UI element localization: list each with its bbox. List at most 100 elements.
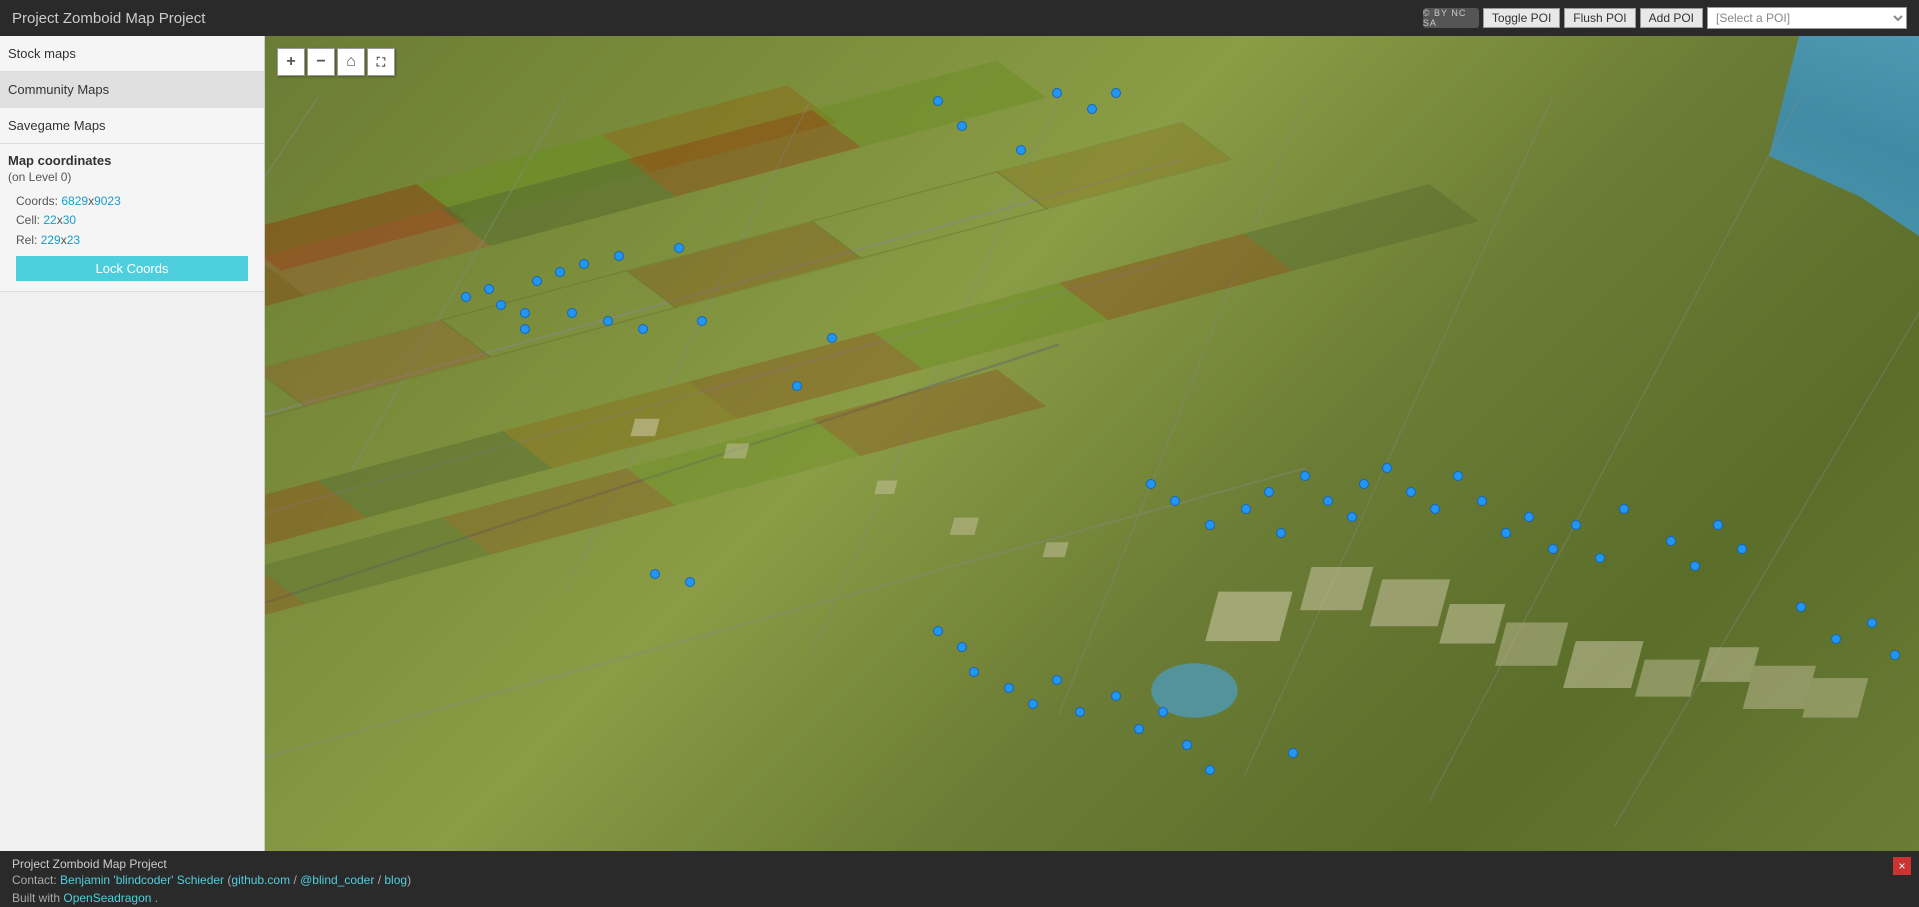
poi-dot[interactable] (1052, 675, 1062, 685)
footer-built: Built with OpenSeadragon . (12, 891, 1907, 905)
zoom-out-button[interactable]: − (307, 48, 335, 76)
add-poi-button[interactable]: Add POI (1640, 8, 1703, 28)
poi-dot[interactable] (603, 316, 613, 326)
poi-dot[interactable] (650, 569, 660, 579)
poi-dot[interactable] (1430, 504, 1440, 514)
poi-dot[interactable] (1241, 504, 1251, 514)
poi-dot[interactable] (1501, 528, 1511, 538)
poi-dot[interactable] (1205, 520, 1215, 530)
poi-dot[interactable] (1016, 145, 1026, 155)
poi-dot[interactable] (638, 324, 648, 334)
footer: × Project Zomboid Map Project Contact: B… (0, 851, 1919, 907)
poi-dot[interactable] (1595, 553, 1605, 563)
poi-dot[interactable] (1111, 88, 1121, 98)
poi-dot[interactable] (1890, 650, 1900, 660)
map-canvas[interactable]: + − ⌂ ⛶ (265, 36, 1919, 851)
sidebar-item-stock-maps[interactable]: Stock maps (0, 36, 264, 72)
poi-dot[interactable] (1158, 707, 1168, 717)
poi-dot[interactable] (1453, 471, 1463, 481)
footer-contact: Contact: Benjamin 'blindcoder' Schieder … (12, 873, 1907, 887)
poi-dot[interactable] (1075, 707, 1085, 717)
openSeadragon-link[interactable]: OpenSeadragon (63, 891, 151, 905)
cell-x-link[interactable]: 22 (43, 213, 56, 227)
poi-dot[interactable] (1867, 618, 1877, 628)
poi-dot[interactable] (1406, 487, 1416, 497)
poi-dot[interactable] (1796, 602, 1806, 612)
contact-blog-link[interactable]: blog (384, 873, 407, 887)
poi-dot[interactable] (1571, 520, 1581, 530)
poi-dot[interactable] (461, 292, 471, 302)
poi-dot[interactable] (1347, 512, 1357, 522)
poi-dot[interactable] (827, 333, 837, 343)
flush-poi-button[interactable]: Flush POI (1564, 8, 1635, 28)
poi-dot[interactable] (1004, 683, 1014, 693)
poi-dot[interactable] (1300, 471, 1310, 481)
poi-dot[interactable] (1182, 740, 1192, 750)
poi-dot[interactable] (1028, 699, 1038, 709)
coords-y-link[interactable]: 9023 (94, 194, 121, 208)
poi-dot[interactable] (1382, 463, 1392, 473)
built-suffix: . (155, 891, 158, 905)
poi-dot[interactable] (1477, 496, 1487, 506)
poi-dot[interactable] (933, 96, 943, 106)
coords-x-link[interactable]: 6829 (61, 194, 88, 208)
cell-y-link[interactable]: 30 (63, 213, 76, 227)
contact-name-link[interactable]: Benjamin 'blindcoder' Schieder (60, 873, 224, 887)
poi-dot[interactable] (484, 284, 494, 294)
lock-coords-button[interactable]: Lock Coords (16, 256, 248, 281)
poi-dot[interactable] (969, 667, 979, 677)
sidebar-item-savegame-maps[interactable]: Savegame Maps (0, 108, 264, 144)
poi-dot[interactable] (1170, 496, 1180, 506)
poi-dot[interactable] (520, 308, 530, 318)
poi-dot[interactable] (957, 121, 967, 131)
rel-y-link[interactable]: 23 (67, 233, 80, 247)
poi-dot[interactable] (957, 642, 967, 652)
rel-x-link[interactable]: 229 (41, 233, 61, 247)
poi-dot[interactable] (555, 267, 565, 277)
poi-dot[interactable] (579, 259, 589, 269)
poi-dot[interactable] (1134, 724, 1144, 734)
poi-dot[interactable] (1264, 487, 1274, 497)
footer-title: Project Zomboid Map Project (12, 857, 1907, 871)
poi-dot[interactable] (1205, 765, 1215, 775)
home-button[interactable]: ⌂ (337, 48, 365, 76)
coords-label: Coords: (16, 194, 58, 208)
poi-dot[interactable] (1052, 88, 1062, 98)
poi-dot[interactable] (1690, 561, 1700, 571)
poi-dot[interactable] (1713, 520, 1723, 530)
poi-dot[interactable] (1548, 544, 1558, 554)
poi-dot[interactable] (1524, 512, 1534, 522)
footer-close-button[interactable]: × (1893, 857, 1911, 875)
poi-dot[interactable] (1619, 504, 1629, 514)
poi-dot[interactable] (1737, 544, 1747, 554)
contact-twitter-link[interactable]: @blind_coder (300, 873, 374, 887)
map-area[interactable]: + − ⌂ ⛶ (265, 36, 1919, 851)
poi-dot[interactable] (674, 243, 684, 253)
poi-dot[interactable] (792, 381, 802, 391)
toggle-poi-button[interactable]: Toggle POI (1483, 8, 1560, 28)
zoom-in-button[interactable]: + (277, 48, 305, 76)
poi-dot[interactable] (1087, 104, 1097, 114)
poi-dot[interactable] (1288, 748, 1298, 758)
coords-detail: Coords: 6829x9023 Cell: 22x30 Rel: 229x2… (8, 188, 256, 250)
poi-dot[interactable] (614, 251, 624, 261)
poi-dot[interactable] (1666, 536, 1676, 546)
fullscreen-button[interactable]: ⛶ (367, 48, 395, 76)
poi-dot[interactable] (520, 324, 530, 334)
poi-select-dropdown[interactable]: [Select a POI] (1707, 7, 1907, 29)
poi-dot[interactable] (496, 300, 506, 310)
poi-dot[interactable] (697, 316, 707, 326)
poi-dot[interactable] (532, 276, 542, 286)
contact-github-link[interactable]: github.com (231, 873, 290, 887)
poi-dot[interactable] (1146, 479, 1156, 489)
sidebar-item-community-maps[interactable]: Community Maps (0, 72, 264, 108)
poi-dot[interactable] (567, 308, 577, 318)
poi-dot[interactable] (685, 577, 695, 587)
poi-dot[interactable] (1831, 634, 1841, 644)
poi-dot[interactable] (1323, 496, 1333, 506)
header: Project Zomboid Map Project © BY NC SA T… (0, 0, 1919, 36)
poi-dot[interactable] (1359, 479, 1369, 489)
poi-dot[interactable] (933, 626, 943, 636)
poi-dot[interactable] (1111, 691, 1121, 701)
poi-dot[interactable] (1276, 528, 1286, 538)
